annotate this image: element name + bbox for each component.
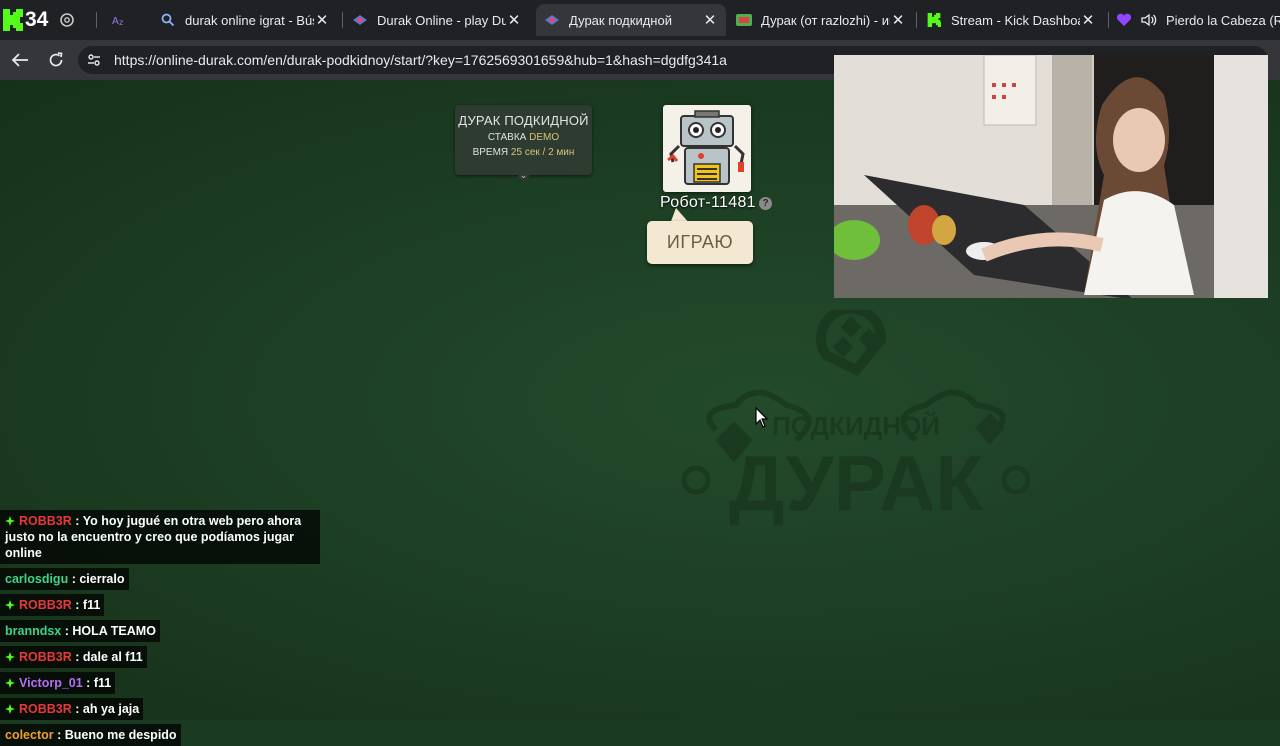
svg-text:z: z xyxy=(119,18,123,27)
chat-text: f11 xyxy=(93,676,112,690)
translate-icon: Az xyxy=(112,12,128,28)
chat-username: branndsx xyxy=(5,624,62,638)
search-icon xyxy=(160,12,176,28)
chat-message: ROBB3R : f11 xyxy=(0,594,105,616)
durak-favicon-icon xyxy=(544,12,560,28)
chevron-down-icon[interactable]: ⌄ xyxy=(518,170,529,181)
chat-username: ROBB3R xyxy=(19,702,72,716)
tab-title: Durak Online - play Durak xyxy=(377,12,506,28)
time-label: ВРЕМЯ xyxy=(472,147,509,158)
chat-username: ROBB3R xyxy=(19,650,72,664)
chat-message: colector : Bueno me despido xyxy=(0,724,181,746)
tab-separator xyxy=(96,12,97,28)
reload-icon[interactable] xyxy=(38,42,74,78)
opponent-avatar[interactable] xyxy=(663,105,751,192)
chat-username: colector xyxy=(5,728,54,742)
url-text: https://online-durak.com/en/durak-podkid… xyxy=(114,52,727,68)
tab-title: durak online igrat - Búsque xyxy=(185,12,314,28)
tab-title: Дурак (от razlozhi) - игра xyxy=(761,12,890,28)
webcam-overlay xyxy=(834,55,1268,298)
chat-text: f11 xyxy=(82,598,101,612)
chat-username: Victorp_01 xyxy=(19,676,83,690)
chat-message: Victorp_01 : f11 xyxy=(0,672,116,694)
verified-badge-icon xyxy=(5,652,15,662)
tab-title: Stream - Kick Dashboard xyxy=(951,12,1080,28)
razlozhi-favicon-icon xyxy=(736,12,752,28)
heart-icon xyxy=(1116,12,1132,28)
chat-text: Bueno me despido xyxy=(64,728,177,742)
tab-2-active[interactable]: Дурак подкидной ✕ xyxy=(536,4,726,36)
chat-username: ROBB3R xyxy=(19,514,72,528)
mouse-cursor-icon xyxy=(755,407,769,428)
tab-5[interactable]: Pierdo la Cabeza (Re xyxy=(1110,4,1280,36)
chat-text: ah ya jaja xyxy=(82,702,140,716)
chat-text: dale al f11 xyxy=(82,650,143,664)
close-icon[interactable]: ✕ xyxy=(702,11,718,29)
chat-message: ROBB3R : dale al f11 xyxy=(0,646,147,668)
kick-favicon-icon xyxy=(926,12,942,28)
tab-1[interactable]: Durak Online - play Durak ✕ xyxy=(344,4,530,36)
chat-username: ROBB3R xyxy=(19,598,72,612)
tab-3[interactable]: Дурак (от razlozhi) - игра ✕ xyxy=(728,4,914,36)
time-row: ВРЕМЯ 25 сек / 2 мин xyxy=(455,147,592,158)
verified-badge-icon xyxy=(5,704,15,714)
stake-value: DEMO xyxy=(529,132,560,143)
chat-message: ROBB3R : Yo hoy jugué en otra web pero a… xyxy=(0,510,320,564)
time-value: 25 сек / 2 мин xyxy=(510,147,575,158)
tab-separator xyxy=(342,12,343,28)
site-info-icon[interactable] xyxy=(86,52,108,68)
chat-text: HOLA TEAMO xyxy=(72,624,156,638)
close-icon[interactable]: ✕ xyxy=(890,11,906,29)
kick-logo-icon xyxy=(3,9,23,31)
chat-message: ROBB3R : ah ya jaja xyxy=(0,698,144,720)
speaker-icon[interactable] xyxy=(1141,12,1157,28)
robot-icon xyxy=(667,110,745,185)
chatgpt-pinned-tab-icon[interactable] xyxy=(58,11,76,29)
watermark-big-text: ДУРАК xyxy=(729,439,984,527)
help-icon[interactable]: ? xyxy=(759,197,772,210)
opponent-status-bubble: ИГРАЮ xyxy=(647,221,753,264)
close-icon[interactable]: ✕ xyxy=(506,11,522,29)
game-info-panel[interactable]: ДУРАК ПОДКИДНОЙ СТАВКА DEMO ВРЕМЯ 25 сек… xyxy=(455,105,592,181)
webcam-feed xyxy=(834,55,1268,298)
tab-separator xyxy=(1108,12,1109,28)
tab-separator xyxy=(916,12,917,28)
stake-label: СТАВКА xyxy=(487,132,527,143)
chat-username: carlosdigu xyxy=(5,572,69,586)
pinned-tab[interactable]: Az xyxy=(104,4,146,36)
verified-badge-icon xyxy=(5,516,15,526)
back-arrow-icon[interactable] xyxy=(2,42,38,78)
tab-title: Дурак подкидной xyxy=(569,12,672,28)
close-icon[interactable]: ✕ xyxy=(314,11,330,29)
chat-message: branndsx : HOLA TEAMO xyxy=(0,620,160,642)
game-name: ДУРАК ПОДКИДНОЙ xyxy=(458,113,589,128)
verified-badge-icon xyxy=(5,600,15,610)
tab-0[interactable]: durak online igrat - Búsque ✕ xyxy=(152,4,338,36)
stream-chat-overlay: ROBB3R : Yo hoy jugué en otra web pero a… xyxy=(0,510,320,746)
watermark-small-text: ПОДКИДНОЙ xyxy=(772,411,940,441)
tab-title: Pierdo la Cabeza (Re xyxy=(1166,12,1280,28)
durak-logo-watermark: ПОДКИДНОЙ ДУРАК xyxy=(681,310,1031,527)
chat-text: cierralo xyxy=(79,572,125,586)
viewer-counter: 34 xyxy=(25,8,49,31)
stake-row: СТАВКА DEMO xyxy=(455,132,592,143)
tab-4[interactable]: Stream - Kick Dashboard ✕ xyxy=(918,4,1104,36)
durak-favicon-icon xyxy=(352,12,368,28)
close-icon[interactable]: ✕ xyxy=(1080,11,1096,29)
verified-badge-icon xyxy=(5,678,15,688)
svg-text:A: A xyxy=(112,16,119,27)
chat-message: carlosdigu : cierralo xyxy=(0,568,129,590)
